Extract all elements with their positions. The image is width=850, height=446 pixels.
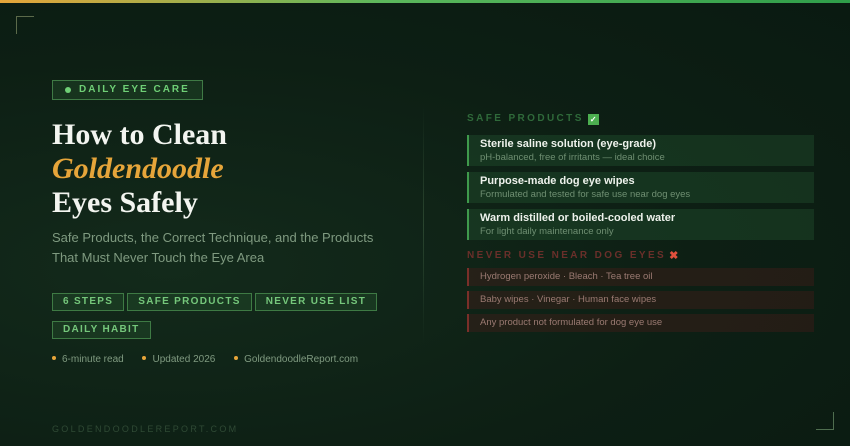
page-title: How to Clean Goldendoodle Eyes Safely <box>52 118 412 220</box>
meta-read-time: 6-minute read <box>52 354 124 365</box>
footer-site-name: GOLDENDOODLEREPORT.COM <box>52 424 239 434</box>
column-divider <box>423 105 424 345</box>
badge-label: DAILY EYE CARE <box>79 84 190 95</box>
safe-product-name: Warm distilled or boiled-cooled water <box>480 212 676 224</box>
corner-bracket-top-left <box>16 16 34 34</box>
safe-product-item: Sterile saline solution (eye-grade) pH-b… <box>467 135 814 166</box>
subtitle: Safe Products, the Correct Technique, an… <box>52 230 374 265</box>
never-use-item: Hydrogen peroxide · Bleach · Tea tree oi… <box>467 268 814 286</box>
safe-product-name: Sterile saline solution (eye-grade) <box>480 138 657 150</box>
tag-safe-products: SAFE PRODUCTS <box>127 293 252 311</box>
title-line-3: Eyes Safely <box>52 186 198 219</box>
check-icon: ✓ <box>587 114 599 125</box>
safe-product-desc: For light daily maintenance only <box>480 226 614 237</box>
bullet-dot-icon <box>52 356 56 360</box>
safe-product-name: Purpose-made dog eye wipes <box>480 175 635 187</box>
never-use-item: Any product not formulated for dog eye u… <box>467 314 814 332</box>
never-use-item: Baby wipes · Vinegar · Human face wipes <box>467 291 814 309</box>
bullet-dot-icon <box>234 356 239 360</box>
category-badge: DAILY EYE CARE <box>52 80 203 100</box>
top-accent-bar <box>0 0 850 3</box>
title-accent: Goldendoodle <box>52 152 224 185</box>
meta-updated: Updated 2026 <box>142 354 215 365</box>
corner-bracket-bottom-right <box>816 412 834 430</box>
title-line-1: How to Clean <box>52 118 227 151</box>
article-meta: 6-minute read Updated 2026 GoldendoodleR… <box>52 354 374 365</box>
never-use-heading: NEVER USE NEAR DOG EYES ✖ <box>467 250 679 262</box>
tag-list: 6 STEPS SAFE PRODUCTS NEVER USE LIST DAILY … <box>52 291 382 347</box>
meta-site: GoldendoodleReport.com <box>234 354 358 365</box>
tag-steps: 6 STEPS <box>52 293 125 311</box>
bullet-dot-icon <box>142 356 147 360</box>
x-icon: ✖ <box>669 250 679 262</box>
tag-daily-habit: DAILY HABIT <box>52 321 151 339</box>
safe-product-desc: pH-balanced, free of irritants — ideal c… <box>480 152 665 163</box>
tag-never-use-list: NEVER USE LIST <box>254 293 378 311</box>
safe-product-desc: Formulated and tested for safe use near … <box>480 189 691 200</box>
badge-dot-icon <box>65 87 71 93</box>
safe-product-item: Purpose-made dog eye wipes Formulated an… <box>467 172 814 203</box>
safe-product-item: Warm distilled or boiled-cooled water Fo… <box>467 209 814 240</box>
safe-products-heading: SAFE PRODUCTS ✓ <box>467 113 599 125</box>
